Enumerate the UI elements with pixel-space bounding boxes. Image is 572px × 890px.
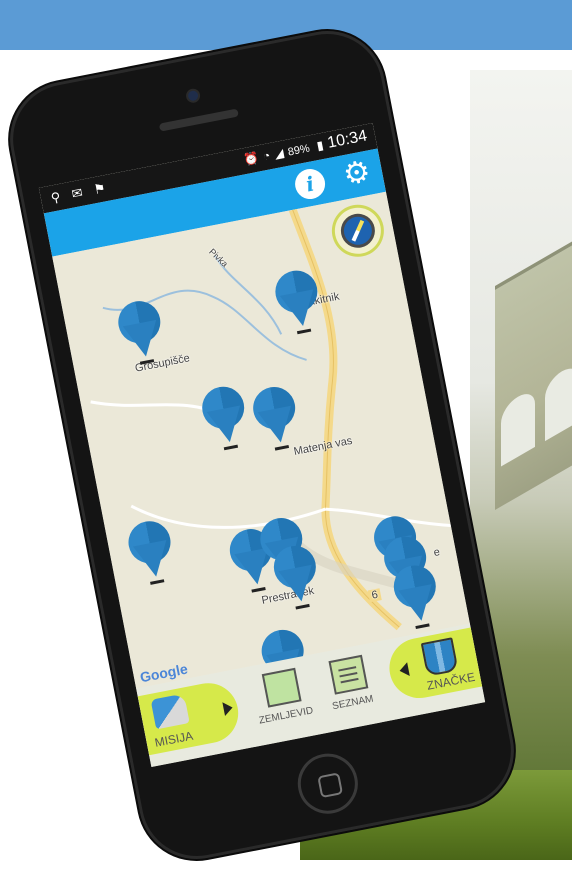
- front-camera: [187, 89, 199, 102]
- pin-base: [139, 359, 155, 365]
- seznam-label: SEZNAM: [331, 693, 375, 713]
- hiking-boot-icon: [150, 693, 190, 730]
- pin-tail: [398, 584, 439, 625]
- pin-base: [295, 603, 310, 610]
- pin-tail: [206, 405, 247, 446]
- zemljevid-tab[interactable]: ZEMLJEVID: [245, 661, 320, 736]
- misija-button[interactable]: MISIJA: [137, 678, 244, 756]
- clock: 10:34: [325, 127, 369, 152]
- home-square-icon: [317, 772, 344, 799]
- badge-icon: [420, 637, 459, 677]
- battery-icon: ▮: [315, 137, 325, 153]
- pin-base: [251, 587, 266, 593]
- signal-icon: ◢: [273, 145, 285, 162]
- list-icon: [328, 654, 369, 695]
- phone-mockup: ⚲ ✉ ⚑ ⏰ ◔ ◢ 89% ▮ 10:34 i ⚙ Grosupišče P…: [0, 10, 572, 890]
- pin-base: [415, 623, 430, 630]
- settings-gear-icon[interactable]: ⚙: [337, 154, 377, 194]
- pin-base: [223, 444, 239, 451]
- compass-icon: [341, 214, 375, 248]
- pin-tail: [278, 564, 319, 605]
- battery-percent: 89%: [286, 142, 311, 159]
- pin-tail: [132, 539, 173, 580]
- arrow-right-icon: [222, 700, 234, 717]
- phone-body: ⚲ ✉ ⚑ ⏰ ◔ ◢ 89% ▮ 10:34 i ⚙ Grosupišče P…: [0, 21, 524, 869]
- zemljevid-label: ZEMLJEVID: [258, 705, 315, 727]
- pin-base: [150, 579, 165, 585]
- pin-tail: [122, 319, 163, 360]
- misija-label: MISIJA: [153, 728, 195, 750]
- alarm-icon: ⏰: [242, 150, 260, 168]
- pin-tail: [257, 405, 298, 446]
- wifi-icon: ◔: [261, 148, 272, 164]
- znacke-button[interactable]: ZNAČKE: [384, 626, 486, 704]
- home-button[interactable]: [292, 748, 364, 819]
- seznam-tab[interactable]: SEZNAM: [312, 648, 387, 723]
- location-icon: ⚲: [49, 188, 66, 206]
- pin-base: [274, 444, 290, 451]
- info-button[interactable]: i: [292, 166, 328, 202]
- notification-icon: ⚑: [92, 179, 111, 198]
- arrow-left-icon: [398, 662, 410, 678]
- map-icon: [261, 667, 302, 708]
- compass-needle: [351, 219, 365, 242]
- map-view[interactable]: Grosupišče Prakitnik Matenja vas Prestra…: [52, 191, 470, 689]
- phone-screen: ⚲ ✉ ⚑ ⏰ ◔ ◢ 89% ▮ 10:34 i ⚙ Grosupišče P…: [38, 122, 486, 768]
- pin-tail: [279, 289, 320, 330]
- road-number-label: 6: [367, 588, 382, 603]
- pin-base: [296, 328, 312, 335]
- mail-icon: ✉: [70, 183, 88, 202]
- speaker-grille: [158, 108, 239, 132]
